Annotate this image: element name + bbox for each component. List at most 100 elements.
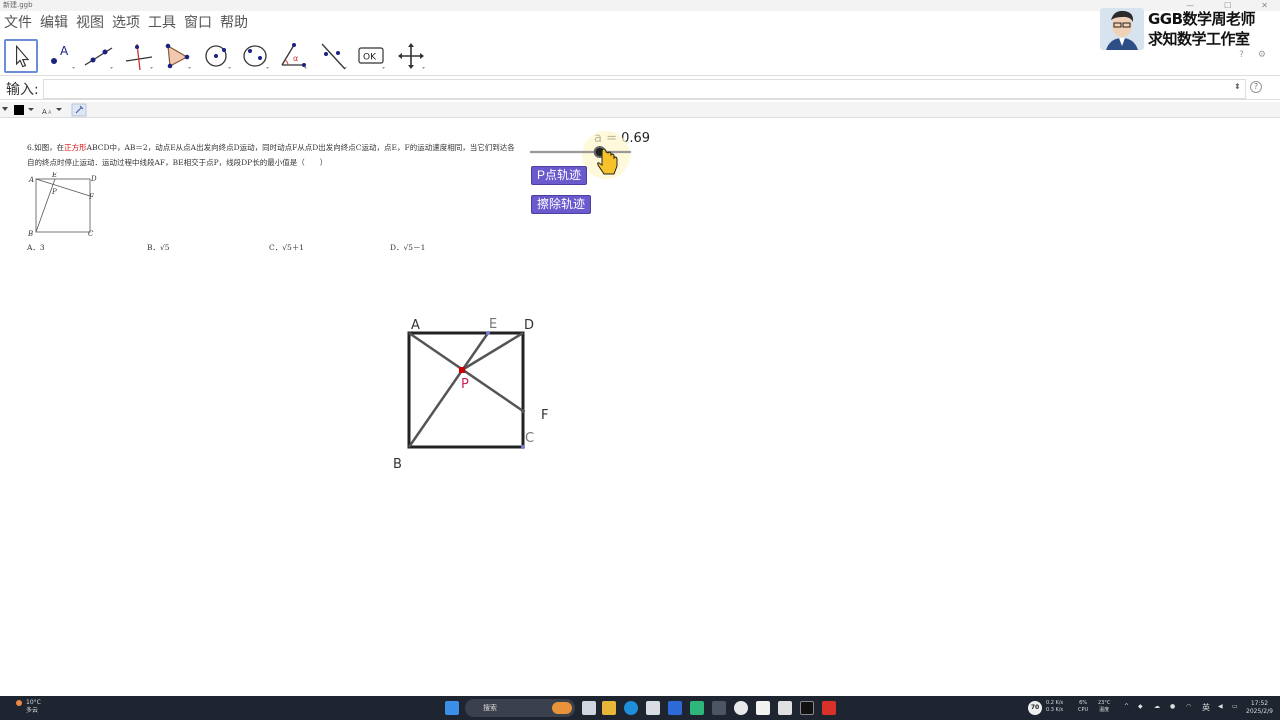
fig-label-e: E [51, 172, 57, 179]
badge[interactable]: 70 [1028, 701, 1042, 715]
menu-view[interactable]: 视图 [72, 12, 108, 32]
problem-text: 6.如图，在正方形ABCD中，AB＝2，动点E从点A出发向终点D运动，同时动点F… [27, 140, 517, 170]
fig-label-b: B [27, 230, 33, 238]
input-field[interactable] [42, 78, 1246, 99]
svg-text:A: A [60, 44, 69, 58]
fig-label-d: D [90, 175, 97, 183]
store-icon[interactable] [646, 701, 660, 715]
input-label: 输入: [6, 81, 39, 98]
weather-widget[interactable]: 10°C 多云 [26, 699, 41, 715]
color-swatch-icon[interactable] [14, 104, 24, 115]
trace-p-button[interactable]: P点轨迹 [531, 166, 588, 185]
weather-temp: 10°C [26, 699, 41, 706]
menu-bar: 文件 编辑 视图 选项 工具 窗口 帮助 [0, 11, 1100, 33]
search-label: 搜索 [483, 704, 497, 712]
label-c: C [525, 431, 534, 446]
circle-three-points-tool-icon[interactable] [238, 39, 272, 73]
point-p[interactable] [459, 367, 465, 373]
app-green-icon[interactable] [690, 701, 704, 715]
svg-text:α: α [293, 54, 298, 63]
segment-be[interactable] [407, 332, 490, 448]
start-icon[interactable] [445, 701, 459, 715]
file-explorer-icon[interactable] [602, 701, 616, 715]
qq-icon[interactable] [756, 701, 770, 715]
title-bar: 新建.ggb — ☐ ✕ [0, 0, 1280, 11]
menu-tools[interactable]: 工具 [144, 12, 180, 32]
settings-icon[interactable]: ⚙ [1258, 50, 1266, 60]
reflect-tool-icon[interactable] [316, 39, 350, 73]
label-f: F [541, 408, 548, 423]
security-icon[interactable]: ◆ [1138, 703, 1143, 710]
cloud-icon[interactable]: ☁ [1154, 703, 1160, 710]
clear-trace-button[interactable]: 擦除轨迹 [531, 195, 592, 214]
temp-value: 23°C [1098, 700, 1111, 706]
wifi-icon[interactable]: ◠ [1186, 703, 1191, 710]
segment-dp[interactable] [461, 331, 524, 372]
steam-icon[interactable] [712, 701, 726, 715]
wps-icon[interactable] [822, 701, 836, 715]
clock[interactable]: 17:52 2025/2/9 [1246, 700, 1273, 716]
option-b: B．√5 [147, 243, 170, 252]
label-e: E [489, 317, 497, 332]
perpendicular-tool-icon[interactable] [122, 39, 156, 73]
taskbar: 10°C 多云 搜索 70 0.2 K/s 0.3 K/s 6% CPU 23°… [0, 696, 1280, 720]
mic-icon[interactable]: ● [1170, 703, 1175, 710]
polygon-tool-icon[interactable] [160, 39, 194, 73]
ime-indicator[interactable]: 英 [1202, 702, 1210, 713]
app-icon[interactable] [778, 701, 792, 715]
search-highlight-icon [552, 702, 572, 714]
menu-file[interactable]: 文件 [0, 12, 36, 32]
capcut-icon[interactable] [800, 701, 814, 715]
speaker-icon[interactable]: ◀ [1218, 703, 1223, 710]
geogebra-taskbar-icon[interactable] [734, 701, 748, 715]
cpu-label: CPU [1078, 707, 1089, 713]
edge-icon[interactable] [624, 701, 638, 715]
angle-tool-icon[interactable]: α [276, 39, 310, 73]
line-tool-icon[interactable] [82, 39, 116, 73]
svg-text:A: A [48, 110, 52, 116]
toolbar-help: ? ⚙ [1239, 50, 1266, 60]
problem-text-b: ABCD中，AB＝2，动点E从点A出发向终点D运动，同时动点F从点D出发向终点C… [27, 143, 515, 167]
point-f[interactable] [521, 409, 525, 413]
menu-help[interactable]: 帮助 [216, 12, 252, 32]
net-up: 0.2 K/s [1046, 700, 1064, 706]
construction: A E D P F C B [393, 317, 548, 472]
graphics-view[interactable] [0, 118, 1280, 696]
style-bar: A A [0, 102, 1280, 118]
toolbar: A α OK [0, 36, 1280, 76]
circle-tool-icon[interactable] [200, 39, 234, 73]
vscode-icon[interactable] [668, 701, 682, 715]
label-p: P [461, 377, 469, 392]
point-tool-icon[interactable]: A [44, 39, 78, 73]
input-help-icon[interactable]: ? [1250, 81, 1262, 93]
temp-label: 温度 [1099, 707, 1110, 713]
battery-icon[interactable]: ▭ [1232, 703, 1238, 710]
move-view-tool-icon[interactable] [394, 39, 428, 73]
move-tool-icon[interactable] [4, 39, 38, 73]
option-a: A．3 [27, 243, 45, 252]
clock-date: 2025/2/9 [1246, 708, 1273, 715]
temp-widget: 23°C 温度 [1098, 700, 1110, 714]
net-down: 0.3 K/s [1046, 707, 1064, 713]
menu-options[interactable]: 选项 [108, 12, 144, 32]
menu-edit[interactable]: 编辑 [36, 12, 72, 32]
input-history-icon[interactable]: ⬍ [1234, 82, 1241, 91]
cpu-value: 6% [1079, 700, 1088, 706]
fig-label-p: P [51, 188, 57, 196]
fig-label-c: C [88, 230, 94, 238]
tray-chevron-icon[interactable]: ^ [1124, 703, 1129, 710]
ok-tool-icon[interactable]: OK [354, 39, 388, 73]
geogebra-window: 新建.ggb — ☐ ✕ 文件 编辑 视图 选项 工具 窗口 帮助 GGB数学周… [0, 0, 1280, 720]
clock-time: 17:52 [1250, 700, 1269, 707]
label-d: D [524, 318, 534, 333]
help-icon[interactable]: ? [1239, 50, 1244, 60]
task-view-icon[interactable] [582, 701, 596, 715]
input-bar: 输入: ⬍ ? [0, 78, 1280, 100]
problem-text-a: .如图，在 [31, 143, 65, 152]
svg-text:A: A [42, 108, 47, 116]
cpu-widget: 6% CPU [1078, 700, 1088, 714]
menu-window[interactable]: 窗口 [180, 12, 216, 32]
window-title: 新建.ggb [3, 1, 33, 9]
weather-desc: 多云 [26, 707, 39, 714]
option-d: D．√5－1 [390, 243, 426, 252]
